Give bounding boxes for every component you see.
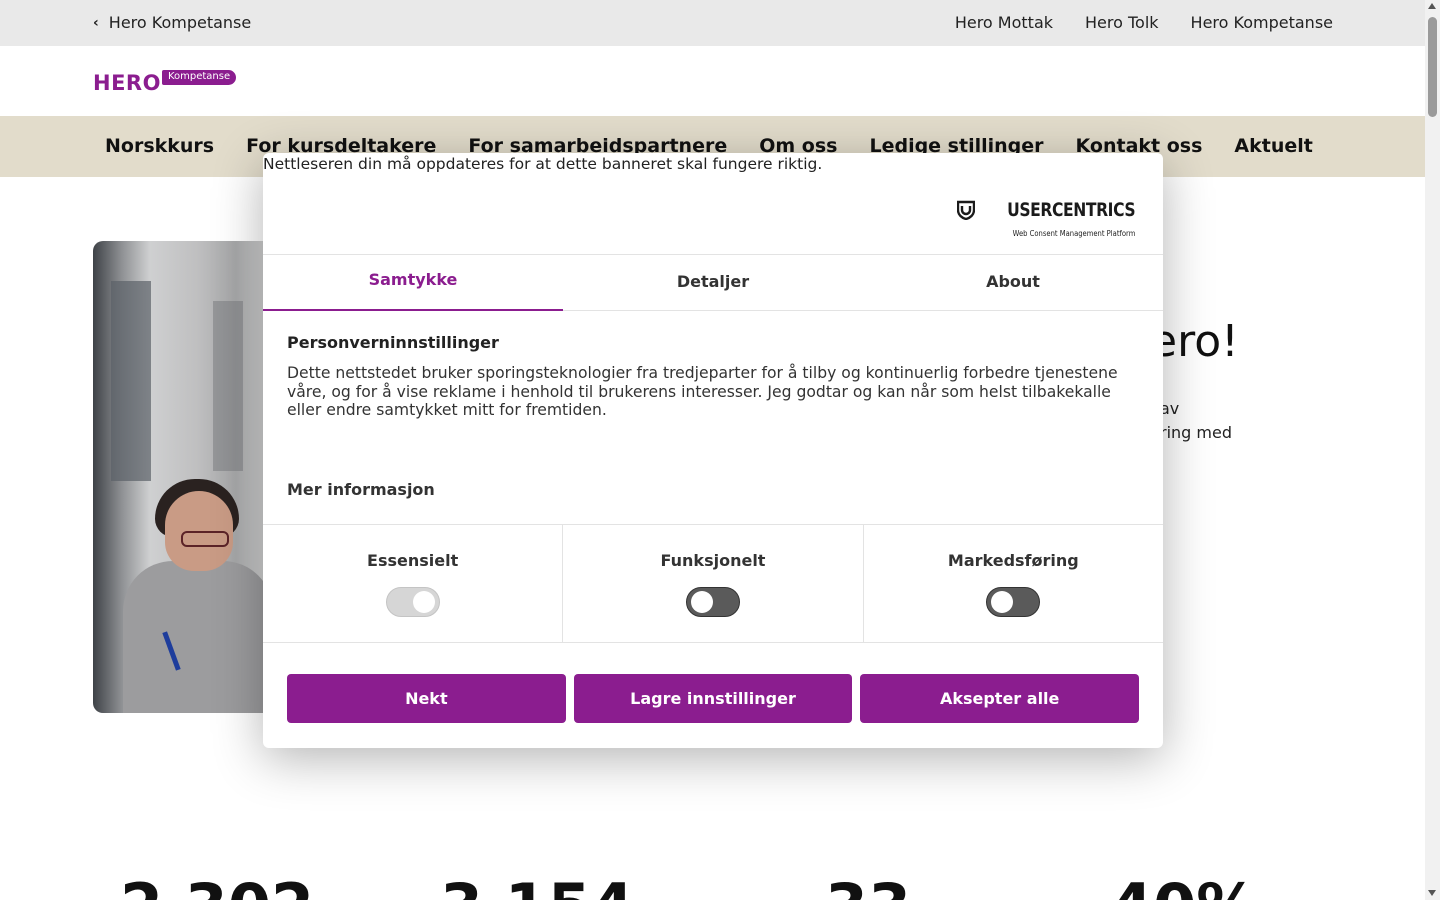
chevron-left-icon: ‹	[93, 14, 99, 31]
site-link-hero-mottak[interactable]: Hero Mottak	[955, 13, 1053, 32]
tab-detaljer[interactable]: Detaljer	[563, 255, 863, 310]
stat-value: 40%	[1110, 876, 1258, 900]
hero-photo	[93, 241, 283, 713]
consent-tabs: Samtykke Detaljer About	[263, 254, 1163, 311]
site-logo[interactable]: HERO Kompetanse	[93, 70, 237, 95]
consent-actions: Nekt Lagre innstillinger Aksepter alle	[287, 674, 1140, 723]
consent-description: Dette nettstedet bruker sporingsteknolog…	[287, 364, 1118, 419]
scroll-up-icon[interactable]	[1428, 3, 1436, 9]
category-toggles: Essensielt Funksjonelt Markedsføring	[263, 524, 1163, 643]
stat-value: 2 302	[120, 876, 314, 900]
header: HERO Kompetanse	[0, 46, 1425, 116]
top-utility-bar: ‹ Hero Kompetanse Hero Mottak Hero Tolk …	[0, 0, 1425, 46]
category-label: Funksjonelt	[660, 551, 766, 570]
shield-icon	[956, 200, 975, 220]
category-essential: Essensielt	[263, 525, 562, 642]
site-link-hero-tolk[interactable]: Hero Tolk	[1085, 13, 1159, 32]
usercentrics-logo: USERCENTRICS Web Consent Management Plat…	[956, 199, 1135, 240]
site-link-hero-kompetanse[interactable]: Hero Kompetanse	[1191, 13, 1333, 32]
consent-dialog: Nettleseren din må oppdateres for at det…	[263, 153, 1163, 748]
save-settings-button[interactable]: Lagre innstillinger	[573, 674, 853, 723]
browser-warning: Nettleseren din må oppdateres for at det…	[263, 155, 823, 173]
logo-badge: Kompetanse	[161, 70, 237, 85]
scroll-down-icon[interactable]	[1428, 890, 1436, 896]
stat-value: 3 154	[440, 876, 634, 900]
provider-name: USERCENTRICS	[1006, 199, 1135, 221]
category-label: Markedsføring	[947, 551, 1079, 570]
marketing-toggle[interactable]	[986, 587, 1041, 617]
back-link-label: Hero Kompetanse	[108, 13, 252, 32]
provider-tagline: Web Consent Management Platform	[1012, 229, 1135, 238]
deny-button[interactable]: Nekt	[287, 674, 566, 723]
functional-toggle[interactable]	[685, 587, 740, 617]
hero-text-line-2: ring med	[1160, 423, 1232, 442]
nav-item-aktuelt[interactable]: Aktuelt	[1234, 135, 1312, 157]
logo-word: HERO	[93, 71, 161, 95]
stat-value: 33	[825, 876, 911, 900]
nav-item-norskkurs[interactable]: Norskkurs	[105, 135, 214, 157]
page-scrollbar[interactable]	[1425, 0, 1440, 900]
site-switcher: Hero Mottak Hero Tolk Hero Kompetanse	[955, 13, 1333, 32]
essential-toggle	[385, 587, 440, 617]
stats-row: 2 302 3 154 33 40%	[120, 872, 1320, 900]
back-link[interactable]: ‹ Hero Kompetanse	[93, 13, 251, 32]
accept-all-button[interactable]: Aksepter alle	[860, 674, 1140, 723]
tab-about[interactable]: About	[863, 255, 1163, 310]
tab-samtykke[interactable]: Samtykke	[263, 255, 563, 311]
category-label: Essensielt	[367, 551, 459, 570]
category-functional: Funksjonelt	[562, 525, 862, 642]
category-marketing: Markedsføring	[862, 525, 1163, 642]
section-title: Personverninnstillinger	[287, 333, 499, 352]
hero-heading: ero!	[1150, 316, 1239, 367]
more-info-link[interactable]: Mer informasjon	[287, 480, 435, 499]
scrollbar-thumb[interactable]	[1428, 17, 1437, 117]
